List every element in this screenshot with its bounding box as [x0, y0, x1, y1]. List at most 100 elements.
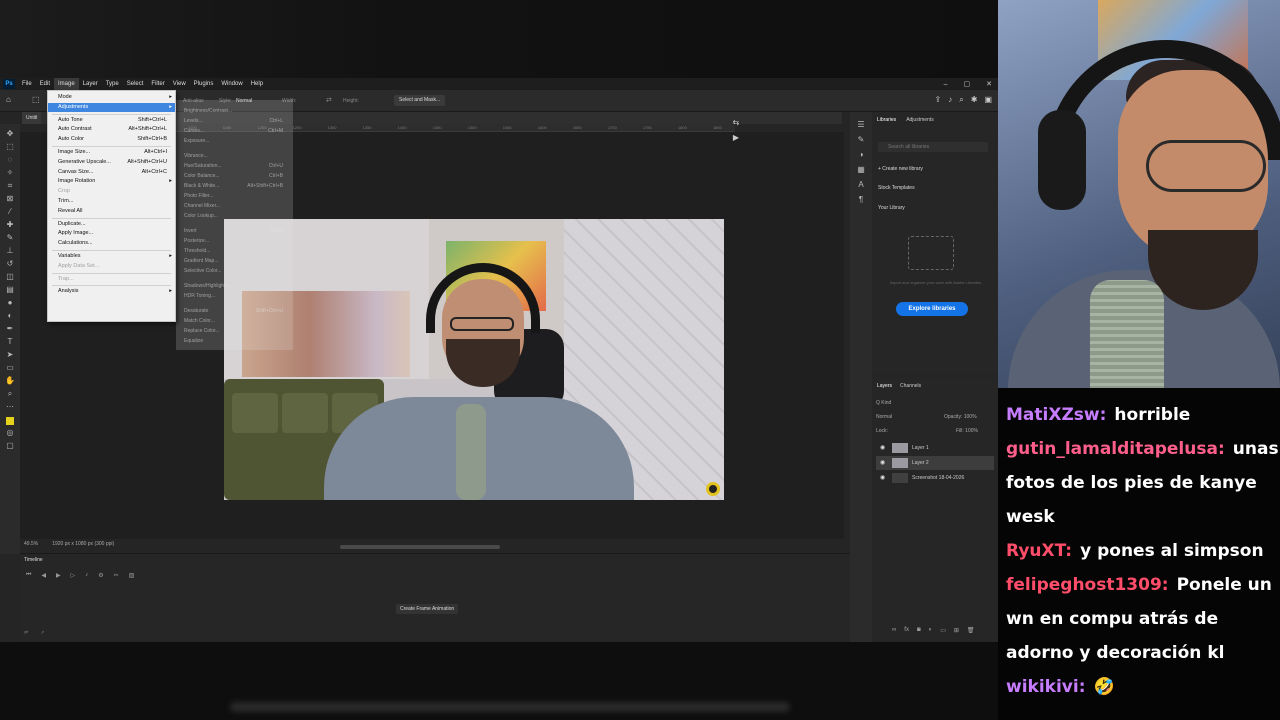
minimize-button[interactable]: –: [944, 81, 948, 88]
play-icon[interactable]: ▶: [733, 133, 739, 142]
submenu-item[interactable]: Vibrance...: [184, 151, 289, 161]
swatches-icon[interactable]: ▦: [857, 165, 865, 174]
properties-icon[interactable]: ☰: [857, 120, 864, 129]
eraser-tool-icon[interactable]: ◫: [5, 271, 15, 282]
libraries-search-input[interactable]: Search all libraries: [878, 142, 988, 152]
menu-item[interactable]: Trim...: [48, 197, 175, 206]
submenu-item[interactable]: Curves... Ctrl+M: [184, 126, 289, 136]
timeline-play-icon[interactable]: ▶: [56, 572, 61, 579]
stamp-tool-icon[interactable]: ⊥: [5, 245, 15, 256]
trash-icon[interactable]: 🗑: [967, 627, 975, 634]
fx-icon[interactable]: fx: [904, 627, 909, 634]
stock-templates-item[interactable]: Stock Templates: [878, 185, 915, 191]
home-icon[interactable]: ⌂: [6, 95, 11, 104]
menu-image[interactable]: Image: [54, 78, 79, 90]
chat-username[interactable]: felipeghost1309:: [1006, 575, 1169, 595]
magic-wand-tool-icon[interactable]: ✧: [5, 167, 15, 178]
submenu-item[interactable]: Desaturate Shift+Ctrl+U: [184, 306, 289, 316]
menu-window[interactable]: Window: [217, 78, 246, 90]
blend-mode-select[interactable]: Normal: [876, 414, 892, 420]
visibility-eye-icon[interactable]: ◉: [880, 456, 885, 470]
menu-item[interactable]: Image Size... Alt+Ctrl+I: [48, 148, 175, 157]
layer-kind-filter[interactable]: Q Kind: [876, 400, 891, 406]
submenu-item[interactable]: Replace Color...: [184, 326, 289, 336]
settings-icon[interactable]: ⚙: [98, 572, 103, 579]
lightbulb-icon[interactable]: ✱: [971, 95, 978, 105]
eyedropper-tool-icon[interactable]: ⁄: [5, 206, 15, 217]
menu-item[interactable]: Auto Color Shift+Ctrl+B: [48, 135, 175, 144]
submenu-item[interactable]: Threshold...: [184, 246, 289, 256]
submenu-item[interactable]: HDR Toning...: [184, 291, 289, 301]
move-tool-icon[interactable]: ✥: [5, 128, 15, 139]
brush-tool-icon[interactable]: ✎: [5, 232, 15, 243]
explore-libraries-button[interactable]: Explore libraries: [896, 302, 968, 316]
menu-item[interactable]: Apply Image...: [48, 229, 175, 238]
menu-item[interactable]: Reveal All: [48, 207, 175, 216]
close-button[interactable]: ✕: [986, 80, 992, 88]
submenu-item[interactable]: Photo Filter...: [184, 191, 289, 201]
lasso-tool-icon[interactable]: ◌: [5, 154, 15, 165]
gradient-tool-icon[interactable]: ▤: [5, 284, 15, 295]
opacity-field[interactable]: Opacity: 100%: [944, 414, 977, 420]
brush-panel-icon[interactable]: ✎: [858, 135, 865, 144]
search-icon[interactable]: ⌕: [959, 95, 963, 105]
tab-adjustments[interactable]: Adjustments: [906, 117, 934, 123]
path-selection-icon[interactable]: ➤: [5, 349, 15, 360]
create-library-button[interactable]: + Create new library: [878, 166, 923, 172]
tab-libraries[interactable]: Libraries: [877, 117, 896, 123]
convert-icon[interactable]: ⇌: [24, 630, 28, 636]
adjust-panel-icon[interactable]: ◑: [859, 150, 864, 159]
submenu-item[interactable]: Equalize: [184, 336, 289, 346]
first-frame-icon[interactable]: ⏮: [26, 572, 31, 579]
bell-icon[interactable]: ♪: [948, 95, 952, 105]
chat-username[interactable]: MatiXZsw:: [1006, 405, 1106, 425]
visibility-eye-icon[interactable]: ◉: [880, 471, 885, 485]
submenu-item[interactable]: Posterize...: [184, 236, 289, 246]
character-icon[interactable]: A: [858, 180, 863, 189]
submenu-item[interactable]: Exposure...: [184, 136, 289, 146]
blur-tool-icon[interactable]: ●: [5, 297, 15, 308]
menu-item[interactable]: Canvas Size... Alt+Ctrl+C: [48, 168, 175, 177]
menu-item[interactable]: Analysis ▸: [48, 287, 175, 296]
zoom-level[interactable]: 49.5%: [24, 541, 38, 547]
adjustment-layer-icon[interactable]: ◐: [929, 627, 933, 634]
document-tab[interactable]: Untitl: [22, 112, 42, 124]
horizontal-scrollbar[interactable]: [340, 545, 500, 549]
layer-row[interactable]: ◉ Layer 2: [876, 456, 994, 470]
create-frame-animation-button[interactable]: Create Frame Animation: [396, 604, 459, 614]
menu-item[interactable]: Variables ▸: [48, 252, 175, 261]
swap-icon[interactable]: ⇄: [326, 96, 332, 104]
more-tools-icon[interactable]: ⋯: [5, 401, 15, 412]
submenu-item[interactable]: Match Color...: [184, 316, 289, 326]
menu-item[interactable]: Adjustments ▸: [48, 102, 175, 112]
color-swatch-icon[interactable]: [6, 417, 14, 425]
marquee-tool-icon[interactable]: ⬚: [5, 141, 15, 152]
zoom-tool-icon[interactable]: ⌕: [5, 388, 15, 399]
menu-item[interactable]: Auto Contrast Alt+Shift+Ctrl+L: [48, 125, 175, 134]
select-and-mask-button[interactable]: Select and Mask...: [394, 95, 446, 106]
frame-tool-icon[interactable]: ⊠: [5, 193, 15, 204]
submenu-item[interactable]: Color Lookup...: [184, 211, 289, 221]
type-tool-icon[interactable]: T: [5, 336, 15, 347]
submenu-item[interactable]: Shadows/Highlights...: [184, 281, 289, 291]
menu-help[interactable]: Help: [247, 78, 267, 90]
pen-tool-icon[interactable]: ✒: [5, 323, 15, 334]
shape-tool-icon[interactable]: ▭: [5, 362, 15, 373]
submenu-item[interactable]: Black & White... Alt+Shift+Ctrl+B: [184, 181, 289, 191]
menu-layer[interactable]: Layer: [79, 78, 102, 90]
submenu-item[interactable]: Gradient Map...: [184, 256, 289, 266]
menu-file[interactable]: File: [18, 78, 36, 90]
workspace-icon[interactable]: ▣: [984, 95, 992, 105]
tab-channels[interactable]: Channels: [900, 383, 921, 389]
marquee-icon[interactable]: ⬚: [32, 95, 40, 104]
visibility-eye-icon[interactable]: ◉: [880, 441, 885, 455]
hand-tool-icon[interactable]: ✋: [5, 375, 15, 386]
healing-tool-icon[interactable]: ✚: [5, 219, 15, 230]
canvas-image[interactable]: [224, 219, 724, 500]
paragraph-icon[interactable]: ¶: [859, 195, 863, 204]
menu-filter[interactable]: Filter: [147, 78, 168, 90]
chat-username[interactable]: RyuXT:: [1006, 541, 1072, 561]
layer-row[interactable]: ◉ Layer 1: [876, 441, 994, 455]
quick-mask-icon[interactable]: ◎: [5, 427, 15, 438]
layer-row[interactable]: ◉ Screenshot 18-04-2026: [876, 471, 994, 485]
